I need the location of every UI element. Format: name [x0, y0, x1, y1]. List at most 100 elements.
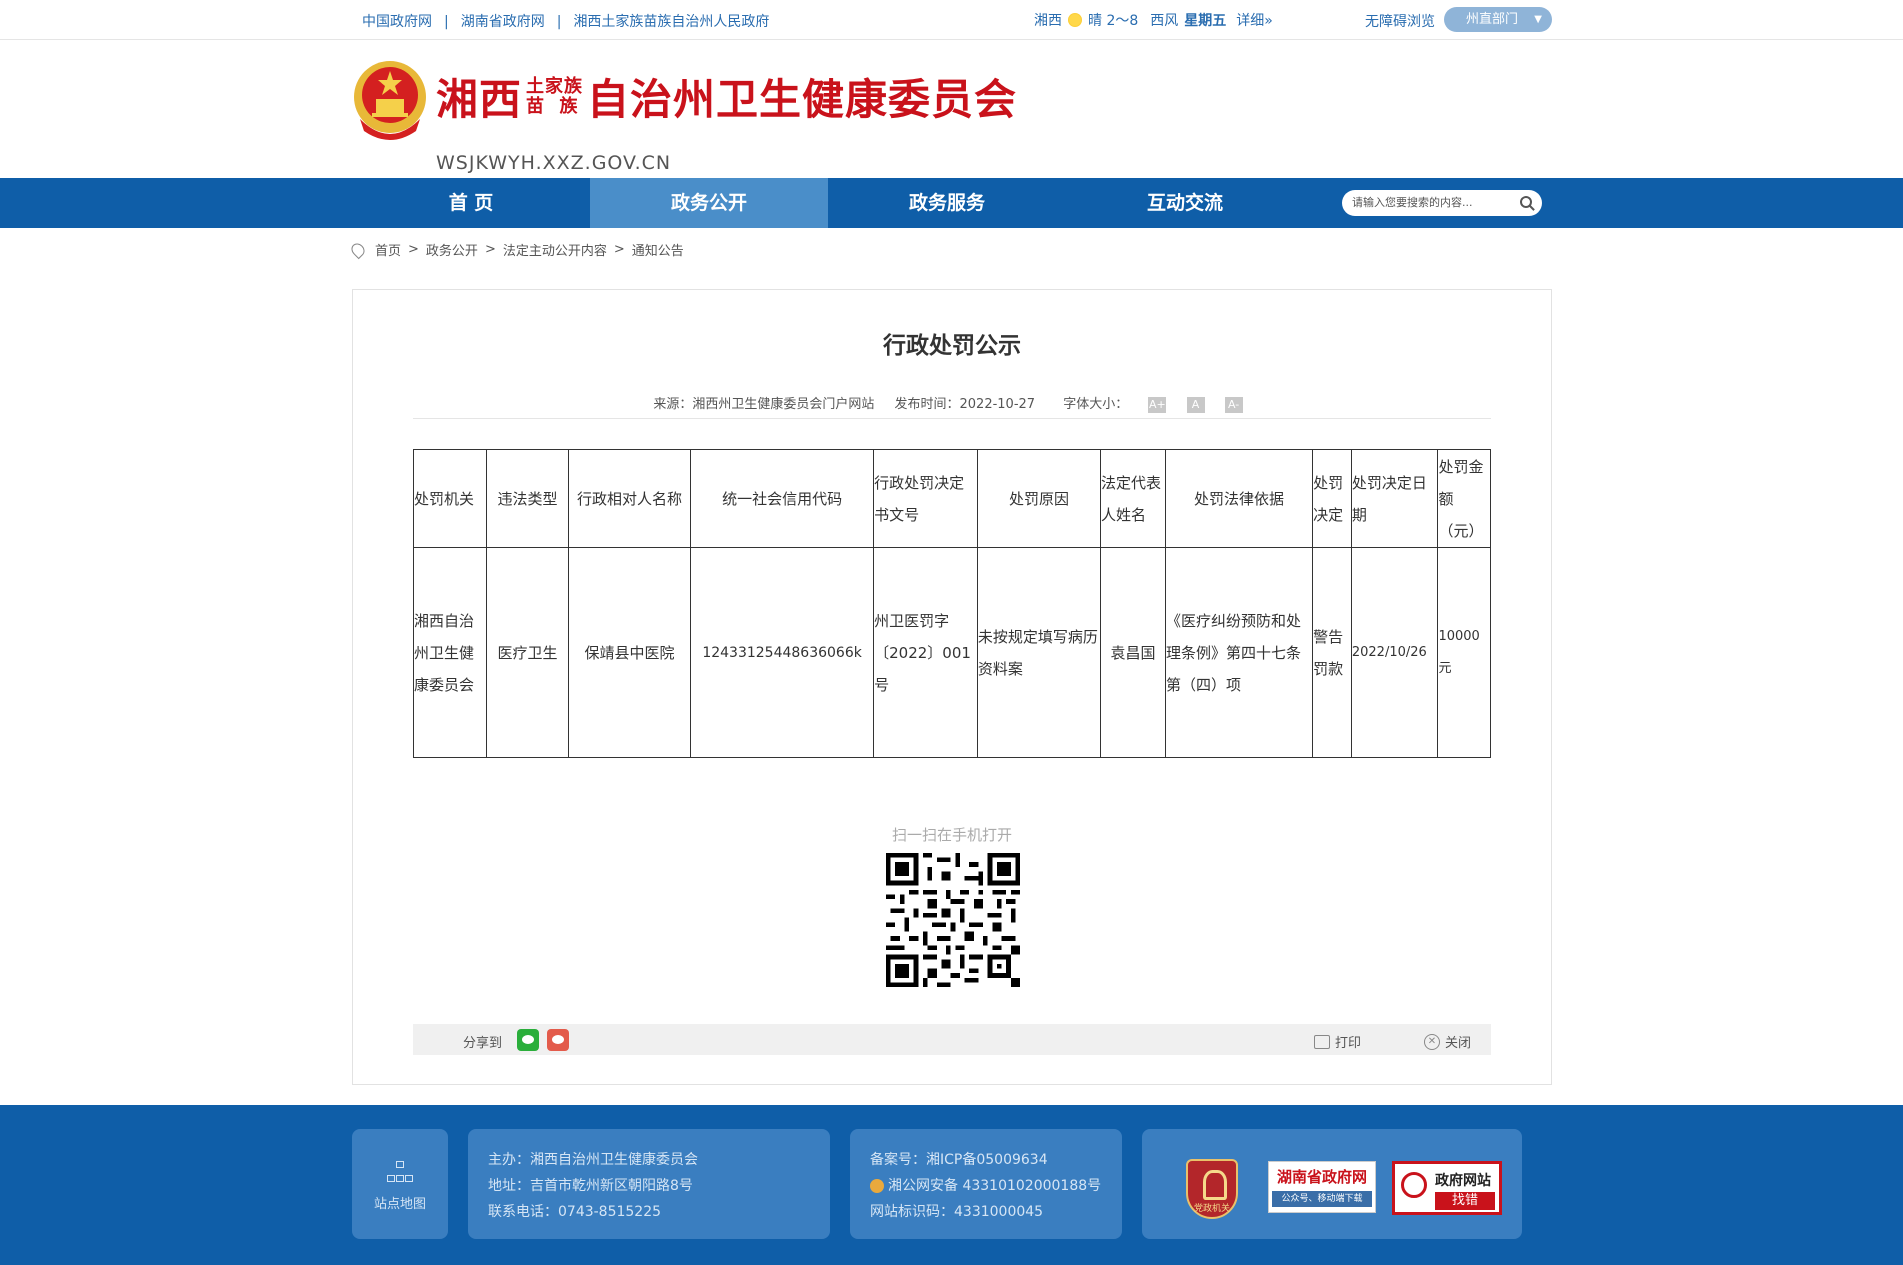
- printer-icon: [1313, 1034, 1330, 1049]
- sitemap-label: 站点地图: [373, 1197, 426, 1212]
- footer-phone: 联系电话：0743-8515225: [488, 1204, 662, 1220]
- print-button[interactable]: 打印: [1313, 1032, 1361, 1051]
- wechat-share-icon[interactable]: [517, 1029, 539, 1051]
- site-title-small-bottom: 苗 族: [526, 95, 579, 117]
- search-icon[interactable]: [1520, 196, 1532, 208]
- footer-icp[interactable]: 备案号：湘ICP备05009634: [870, 1147, 1102, 1173]
- table-cell: 10000元: [1437, 547, 1491, 758]
- close-icon: ✕: [1423, 1033, 1440, 1050]
- sitemap-link[interactable]: 站点地图: [352, 1129, 448, 1239]
- qr-code-icon: [886, 853, 1020, 987]
- site-title-ethnic: 土家族 苗 族: [526, 75, 584, 117]
- site-url: WSJKWYH.XXZ.GOV.CN: [436, 152, 672, 174]
- department-select-label: 州直部门: [1466, 12, 1519, 27]
- print-label: 打印: [1334, 1036, 1361, 1051]
- nav-item-interaction[interactable]: 互动交流: [1066, 178, 1304, 228]
- accessible-browse-link[interactable]: 无障碍浏览: [1365, 11, 1435, 31]
- breadcrumb-home[interactable]: 首页: [375, 240, 401, 259]
- weibo-share-icon[interactable]: [547, 1029, 569, 1051]
- article-container: 行政处罚公示 来源：湘西州卫生健康委员会门户网站 发布时间：2022-10-27…: [352, 289, 1552, 1085]
- weather-detail-link[interactable]: 详细»: [1236, 10, 1273, 30]
- font-size-label: 字体大小：: [1063, 397, 1129, 412]
- report-error-title: 政府网站: [1435, 1173, 1491, 1189]
- table-cell: 保靖县中医院: [568, 547, 692, 758]
- breadcrumb-statutory[interactable]: 法定主动公开内容: [503, 240, 607, 259]
- separator: |: [444, 14, 449, 30]
- table-header-cell: 处罚决定日期: [1350, 449, 1439, 548]
- table-header-cell: 处罚原因: [976, 449, 1102, 548]
- link-china-gov[interactable]: 中国政府网: [362, 14, 432, 30]
- weather-weekday: 星期五: [1184, 13, 1227, 29]
- site-footer: 站点地图 主办：湘西自治州卫生健康委员会 地址：吉首市乾州新区朝阳路8号 联系电…: [0, 1105, 1903, 1265]
- table-header-cell: 行政相对人名称: [568, 449, 692, 548]
- font-default-button[interactable]: A: [1186, 396, 1205, 413]
- police-badge-icon: [870, 1179, 884, 1193]
- department-select[interactable]: 州直部门 ▼: [1444, 7, 1552, 32]
- font-decrease-button[interactable]: A-: [1224, 396, 1243, 413]
- table-header-cell: 处罚机关: [413, 449, 487, 548]
- article-date: 发布时间：2022-10-27: [894, 397, 1036, 412]
- party-gov-badge-icon[interactable]: 党政机关: [1186, 1159, 1238, 1219]
- nav-item-home[interactable]: 首 页: [352, 178, 590, 228]
- party-gov-badge-text: 党政机关: [1193, 1204, 1230, 1214]
- breadcrumb-notices[interactable]: 通知公告: [632, 240, 684, 259]
- sunny-icon: [1068, 13, 1082, 27]
- nav-item-gov-services[interactable]: 政务服务: [828, 178, 1066, 228]
- table-cell: 州卫医罚字〔2022〕001号: [873, 547, 978, 758]
- footer-police-record[interactable]: 湘公网安备 43310102000188号: [870, 1173, 1102, 1199]
- table-cell: 医疗卫生: [485, 547, 570, 758]
- report-error-subtitle: 找错: [1435, 1192, 1495, 1210]
- national-emblem-icon: [354, 61, 426, 140]
- sitemap-icon: [387, 1161, 413, 1183]
- penalty-table: 处罚机关 违法类型 行政相对人名称 统一社会信用代码 行政处罚决定书文号 处罚原…: [413, 449, 1491, 758]
- breadcrumb: 首页 > 政务公开 > 法定主动公开内容 > 通知公告: [348, 240, 684, 259]
- breadcrumb-gov-affairs[interactable]: 政务公开: [426, 240, 478, 259]
- table-header-cell: 违法类型: [485, 449, 570, 548]
- article-source: 来源：湘西州卫生健康委员会门户网站: [653, 397, 875, 412]
- search-input[interactable]: 请输入您要搜索的内容...: [1342, 190, 1542, 216]
- table-header-cell: 处罚决定: [1312, 449, 1352, 548]
- table-cell: 袁昌国: [1100, 547, 1166, 758]
- table-cell: 未按规定填写病历资料案: [976, 547, 1102, 758]
- site-title: 湘西 土家族 苗 族 自治州卫生健康委员会: [436, 66, 1017, 127]
- table-cell: 湘西自治州卫生健康委员会: [413, 547, 487, 758]
- link-hunan-gov[interactable]: 湖南省政府网: [461, 14, 545, 30]
- weather-condition: 晴 2～8: [1088, 13, 1139, 29]
- qr-label: 扫一扫在手机打开: [891, 826, 1012, 844]
- breadcrumb-separator: >: [484, 242, 496, 257]
- article-title: 行政处罚公示: [883, 333, 1021, 359]
- article-meta: 来源：湘西州卫生健康委员会门户网站 发布时间：2022-10-27 字体大小： …: [353, 393, 1551, 413]
- separator: |: [556, 14, 562, 30]
- table-cell: 2022/10/26: [1350, 547, 1439, 758]
- report-error-link[interactable]: 政府网站 找错: [1392, 1161, 1502, 1215]
- share-label: 分享到: [463, 1036, 503, 1051]
- divider: [413, 418, 1491, 419]
- hunan-gov-subtitle: 公众号、移动端下载: [1272, 1191, 1372, 1207]
- footer-address: 地址：吉首市乾州新区朝阳路8号: [488, 1178, 693, 1194]
- nav-items: 首 页 政务公开 政务服务 互动交流: [352, 178, 1304, 228]
- table-header-cell: 行政处罚决定书文号: [873, 449, 978, 548]
- link-xiangxi-gov[interactable]: 湘西土家族苗族自治州人民政府: [573, 14, 769, 30]
- table-header-row: 处罚机关 违法类型 行政相对人名称 统一社会信用代码 行政处罚决定书文号 处罚原…: [413, 449, 1491, 548]
- breadcrumb-separator: >: [408, 242, 419, 257]
- footer-logos: 党政机关 湖南省政府网 公众号、移动端下载 政府网站 找错: [1142, 1129, 1522, 1239]
- table-header-cell: 处罚法律依据: [1164, 449, 1314, 548]
- share-bar: 分享到 打印 ✕ 关闭: [413, 1024, 1491, 1055]
- main-nav: 首 页 政务公开 政务服务 互动交流 请输入您要搜索的内容...: [0, 178, 1903, 228]
- footer-police-text: 湘公网安备 43310102000188号: [888, 1178, 1102, 1194]
- close-label: 关闭: [1444, 1036, 1471, 1051]
- nav-item-gov-affairs-open[interactable]: 政务公开: [590, 178, 828, 228]
- footer-info: 主办：湘西自治州卫生健康委员会 地址：吉首市乾州新区朝阳路8号 联系电话：074…: [468, 1129, 830, 1239]
- site-title-small-top: 土家族: [526, 75, 584, 97]
- weather-widget: 湘西 晴 2～8 西风 星期五 详细»: [1034, 10, 1273, 30]
- hunan-gov-link[interactable]: 湖南省政府网 公众号、移动端下载: [1268, 1161, 1376, 1213]
- site-title-right: 自治州卫生健康委员会: [587, 75, 1018, 124]
- table-header-cell: 统一社会信用代码: [690, 449, 875, 548]
- footer-record: 备案号：湘ICP备05009634 湘公网安备 43310102000188号 …: [850, 1129, 1122, 1239]
- top-links: 中国政府网 | 湖南省政府网 | 湘西土家族苗族自治州人民政府: [362, 11, 769, 31]
- close-button[interactable]: ✕ 关闭: [1423, 1032, 1471, 1051]
- table-cell: 12433125448636066k: [690, 547, 875, 758]
- font-increase-button[interactable]: A+: [1148, 396, 1167, 413]
- hunan-gov-title: 湖南省政府网: [1276, 1168, 1367, 1186]
- table-cell: 《医疗纠纷预防和处理条例》第四十七条第（四）项: [1164, 547, 1314, 758]
